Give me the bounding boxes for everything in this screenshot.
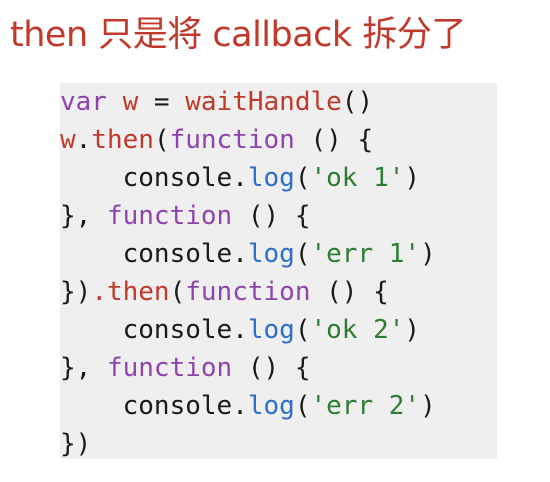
variable-w: w (60, 125, 76, 155)
code-line-10: }) (60, 425, 436, 463)
variable-w: w (122, 87, 139, 117)
code-block: var w = waitHandle() w.then(function () {… (60, 83, 497, 459)
code-line-8: }, function () { (60, 349, 436, 387)
code-line-1: var w = waitHandle() (60, 83, 436, 121)
code-assign: = (138, 87, 186, 117)
code-open-paren: ( (153, 125, 170, 155)
code-brace-comma: }, (60, 201, 107, 231)
method-then: then (91, 125, 154, 155)
code-final-close: }) (60, 429, 92, 459)
object-console: console (122, 391, 233, 421)
method-log: log (247, 163, 295, 193)
code-text: var w = waitHandle() w.then(function () {… (60, 83, 436, 463)
code-dot: . (75, 125, 92, 155)
object-console: console (122, 163, 233, 193)
code-dot: . (91, 277, 107, 307)
code-close-paren: ) (420, 239, 436, 269)
code-open-paren: ( (294, 239, 311, 269)
method-log: log (247, 239, 295, 269)
object-console: console (122, 315, 233, 345)
code-call-parens: () (341, 87, 374, 117)
function-waithandle: waitHandle (185, 87, 342, 117)
code-open-paren: ( (294, 163, 311, 193)
code-line-9: console.log('err 2') (60, 387, 436, 425)
code-brace-comma: }, (60, 353, 107, 383)
code-line-4: }, function () { (60, 197, 436, 235)
code-open-paren: ( (294, 391, 311, 421)
code-dot: . (232, 391, 248, 421)
code-open-paren: ( (169, 277, 186, 307)
code-line-6: }).then(function () { (60, 273, 436, 311)
code-close-paren: ) (404, 163, 421, 193)
code-open-paren: ( (294, 315, 311, 345)
code-fn-open: () { (310, 277, 389, 307)
method-log: log (247, 315, 295, 345)
code-brace-close: }) (60, 277, 92, 307)
keyword-function: function (106, 201, 233, 231)
string-literal: 'err 2' (310, 391, 421, 421)
code-line-5: console.log('err 1') (60, 235, 436, 273)
string-literal: 'ok 2' (310, 315, 405, 345)
string-literal: 'err 1' (310, 239, 421, 269)
keyword-function: function (185, 277, 311, 307)
code-dot: . (232, 163, 248, 193)
keyword-var: var (60, 87, 107, 117)
code-close-paren: ) (404, 315, 421, 345)
object-console: console (122, 239, 233, 269)
code-fn-open: () { (232, 353, 311, 383)
string-literal: 'ok 1' (310, 163, 405, 193)
method-then: then (106, 277, 170, 307)
code-dot: . (232, 239, 248, 269)
code-close-paren: ) (420, 391, 436, 421)
code-fn-open: () { (232, 201, 311, 231)
keyword-function: function (169, 125, 295, 155)
code-dot: . (232, 315, 248, 345)
code-fn-open: () { (294, 125, 374, 155)
keyword-function: function (106, 353, 233, 383)
code-line-2: w.then(function () { (60, 121, 436, 159)
code-line-3: console.log('ok 1') (60, 159, 436, 197)
code-line-7: console.log('ok 2') (60, 311, 436, 349)
method-log: log (247, 391, 295, 421)
slide-title: then 只是将 callback 拆分了 (10, 15, 466, 55)
